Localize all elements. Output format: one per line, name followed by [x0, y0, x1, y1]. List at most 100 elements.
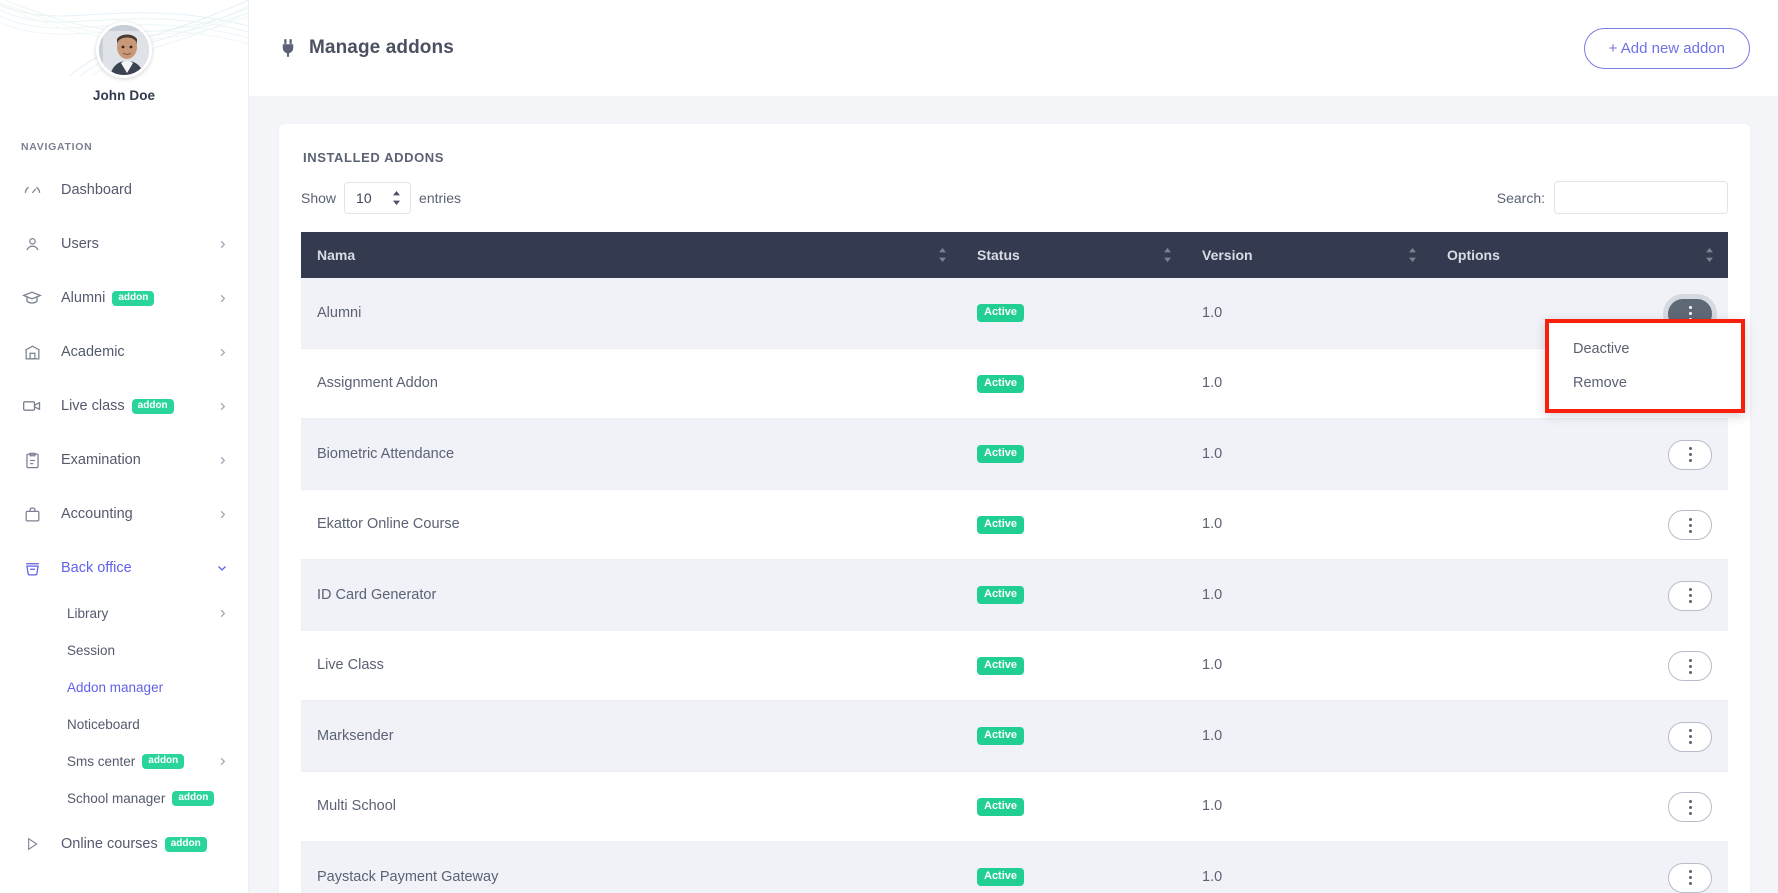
sidebar-item-label: Alumniaddon: [61, 290, 209, 306]
cell-addon-name: Assignment Addon: [301, 348, 961, 419]
options-kebab-button[interactable]: [1668, 510, 1712, 540]
status-badge: Active: [977, 868, 1024, 886]
chevron-right-icon: [217, 239, 228, 250]
sidebar-item-label: Back office: [61, 560, 208, 576]
options-menu-anchor: [1668, 438, 1712, 470]
sidebar-item-label: School manageraddon: [67, 791, 228, 807]
sidebar: John Doe NAVIGATION Dashboard Users Alum…: [0, 0, 249, 893]
cell-version: 1.0: [1186, 771, 1431, 842]
options-kebab-button[interactable]: [1668, 440, 1712, 470]
options-kebab-button[interactable]: [1668, 581, 1712, 611]
options-menu-anchor: [1668, 509, 1712, 541]
app-root: John Doe NAVIGATION Dashboard Users Alum…: [0, 0, 1778, 893]
three-dots-vertical-icon: [1689, 729, 1692, 744]
avatar[interactable]: [96, 22, 152, 78]
options-menu-anchor: [1668, 579, 1712, 611]
options-kebab-button[interactable]: [1668, 792, 1712, 822]
status-badge: Active: [977, 516, 1024, 534]
addon-badge: addon: [112, 291, 154, 306]
table-row[interactable]: Multi School Active 1.0: [301, 771, 1728, 842]
dropdown-item-remove[interactable]: Remove: [1549, 366, 1741, 400]
sort-icon: [1408, 248, 1417, 262]
cell-options: [1431, 842, 1728, 893]
cell-status: Active: [961, 630, 1186, 701]
search-control: Search:: [1497, 181, 1728, 214]
chevron-right-icon: [217, 756, 228, 767]
show-label: Show: [301, 190, 336, 206]
add-new-addon-button[interactable]: + Add new addon: [1584, 28, 1750, 69]
sidebar-item-library[interactable]: Library: [0, 595, 248, 632]
table-header-row: Nama Status Version: [301, 232, 1728, 278]
options-menu-anchor: DeactiveRemove: [1668, 297, 1712, 329]
cell-addon-name: Marksender: [301, 701, 961, 772]
status-badge: Active: [977, 798, 1024, 816]
table-row[interactable]: Assignment Addon Active 1.0: [301, 348, 1728, 419]
sidebar-item-academic[interactable]: Academic: [0, 325, 248, 379]
table-row[interactable]: Live Class Active 1.0: [301, 630, 1728, 701]
sidebar-item-back-office[interactable]: Back office: [0, 541, 248, 595]
sidebar-item-label: Sms centeraddon: [67, 754, 209, 770]
chevron-right-icon: [217, 608, 228, 619]
search-input[interactable]: [1554, 181, 1728, 214]
table-row[interactable]: Ekattor Online Course Active 1.0: [301, 489, 1728, 560]
addon-badge: addon: [172, 791, 214, 806]
cell-version: 1.0: [1186, 419, 1431, 490]
options-menu-anchor: [1668, 650, 1712, 682]
column-header-version[interactable]: Version: [1186, 232, 1431, 278]
sidebar-item-session[interactable]: Session: [0, 632, 248, 669]
options-kebab-button[interactable]: [1668, 722, 1712, 752]
table-row[interactable]: Marksender Active 1.0: [301, 701, 1728, 772]
sidebar-item-noticeboard[interactable]: Noticeboard: [0, 706, 248, 743]
addon-badge: addon: [165, 837, 207, 852]
play-triangle-icon: [21, 836, 43, 852]
cell-status: Active: [961, 278, 1186, 348]
sidebar-item-live-class[interactable]: Live classaddon: [0, 379, 248, 433]
dropdown-item-deactive[interactable]: Deactive: [1549, 332, 1741, 366]
sidebar-item-school-manager[interactable]: School manageraddon: [0, 780, 248, 817]
table-row[interactable]: ID Card Generator Active 1.0: [301, 560, 1728, 631]
sidebar-item-addon-manager[interactable]: Addon manager: [0, 669, 248, 706]
video-camera-icon: [21, 396, 43, 416]
sidebar-item-label: Accounting: [61, 506, 209, 522]
sidebar-item-label: Online coursesaddon: [61, 836, 228, 852]
cell-options: [1431, 630, 1728, 701]
graduation-cap-icon: [21, 288, 43, 308]
school-building-icon: [21, 343, 43, 362]
column-header-label: Options: [1447, 247, 1500, 263]
entries-select[interactable]: 10 25 50 100: [344, 182, 411, 214]
briefcase-icon: [21, 505, 43, 524]
sidebar-item-label: Addon manager: [67, 680, 228, 695]
cell-status: Active: [961, 842, 1186, 893]
sidebar-item-sms-center[interactable]: Sms centeraddon: [0, 743, 248, 780]
sidebar-item-dashboard[interactable]: Dashboard: [0, 163, 248, 217]
sidebar-item-online-courses[interactable]: Online coursesaddon: [0, 817, 248, 871]
page-title-text: Manage addons: [309, 37, 454, 59]
sidebar-item-accounting[interactable]: Accounting: [0, 487, 248, 541]
column-header-status[interactable]: Status: [961, 232, 1186, 278]
clipboard-icon: [21, 451, 43, 470]
search-label: Search:: [1497, 190, 1545, 206]
sidebar-item-text: Sms center: [67, 754, 135, 769]
sort-icon: [938, 248, 947, 262]
column-header-name[interactable]: Nama: [301, 232, 961, 278]
cell-status: Active: [961, 348, 1186, 419]
sidebar-item-label: Academic: [61, 344, 209, 360]
options-kebab-button[interactable]: [1668, 651, 1712, 681]
three-dots-vertical-icon: [1689, 518, 1692, 533]
chevron-right-icon: [217, 509, 228, 520]
table-row[interactable]: Alumni Active 1.0 DeactiveRemove: [301, 278, 1728, 348]
column-header-label: Version: [1202, 247, 1253, 263]
entries-select-wrap: 10 25 50 100: [344, 182, 411, 214]
status-badge: Active: [977, 586, 1024, 604]
sidebar-item-examination[interactable]: Examination: [0, 433, 248, 487]
cell-addon-name: ID Card Generator: [301, 560, 961, 631]
table-row[interactable]: Paystack Payment Gateway Active 1.0: [301, 842, 1728, 893]
sidebar-item-alumni[interactable]: Alumniaddon: [0, 271, 248, 325]
sidebar-item-users[interactable]: Users: [0, 217, 248, 271]
page-title: Manage addons: [279, 37, 454, 59]
options-kebab-button[interactable]: [1668, 863, 1712, 893]
table-row[interactable]: Biometric Attendance Active 1.0: [301, 419, 1728, 490]
dashboard-icon: [21, 181, 43, 200]
cell-addon-name: Multi School: [301, 771, 961, 842]
column-header-options[interactable]: Options: [1431, 232, 1728, 278]
